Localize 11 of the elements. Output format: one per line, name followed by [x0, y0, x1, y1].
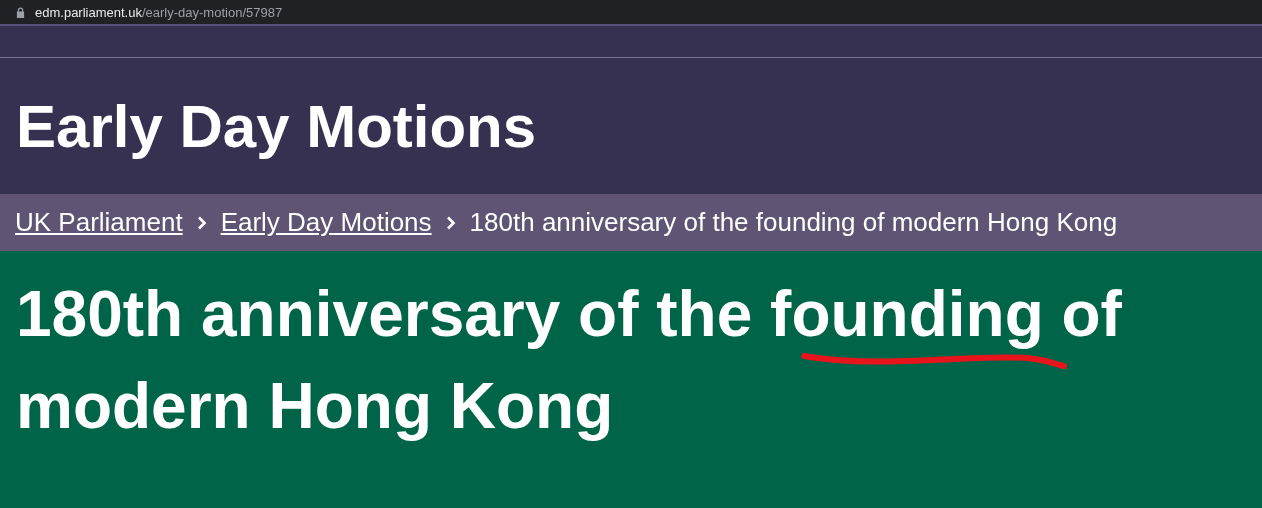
site-title: Early Day Motions — [16, 91, 537, 161]
url-text: edm.parliament.uk/early-day-motion/57987 — [35, 4, 283, 20]
lock-icon — [16, 6, 25, 18]
chevron-icon — [445, 215, 456, 230]
breadcrumb-link[interactable]: UK Parliament — [15, 207, 183, 238]
chevron-icon — [196, 215, 207, 230]
breadcrumb-link[interactable]: Early Day Motions — [220, 207, 432, 238]
motion-title: modern Hong Kong — [16, 371, 614, 441]
motion-title: 180th anniversary of the founding of — [16, 279, 1122, 349]
breadcrumb-current: 180th anniversary of the founding of modern Hong Kong — [469, 207, 1118, 238]
address-bar[interactable]: edm.parliament.uk/early-day-motion/57987 — [0, 0, 1262, 24]
